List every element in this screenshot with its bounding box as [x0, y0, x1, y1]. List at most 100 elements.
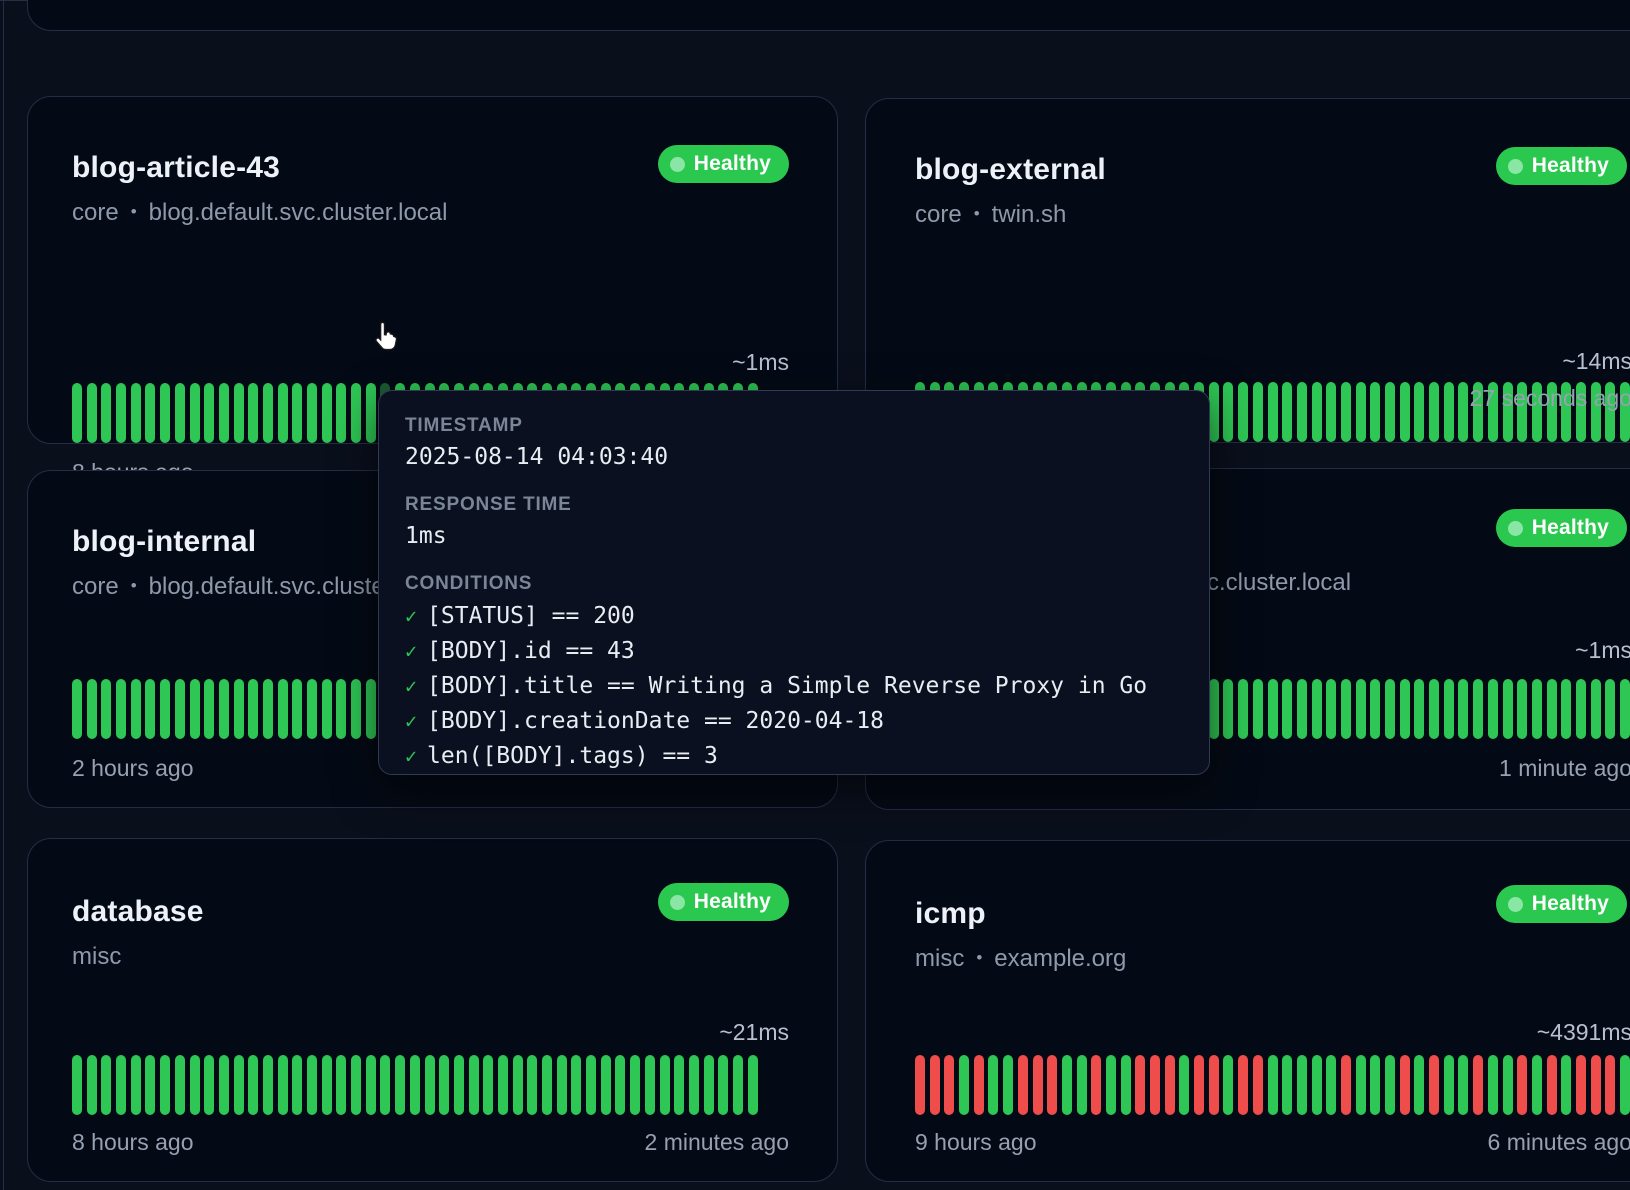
status-bar[interactable] [307, 383, 317, 443]
status-bar[interactable] [1591, 1055, 1601, 1115]
status-bar[interactable] [101, 1055, 111, 1115]
status-bar[interactable] [87, 1055, 97, 1115]
status-bar[interactable] [1033, 1055, 1043, 1115]
status-bar[interactable] [395, 1055, 405, 1115]
status-bar[interactable] [410, 1055, 420, 1115]
status-bar[interactable] [1209, 1055, 1219, 1115]
status-bar[interactable] [1282, 382, 1292, 442]
status-bar[interactable] [1503, 679, 1513, 739]
status-bar[interactable] [944, 1055, 954, 1115]
status-bar[interactable] [1282, 1055, 1292, 1115]
status-bar[interactable] [248, 1055, 258, 1115]
status-bar[interactable] [660, 1055, 670, 1115]
status-bar[interactable] [733, 1055, 743, 1115]
status-bar[interactable] [380, 1055, 390, 1115]
status-bar[interactable] [542, 1055, 552, 1115]
status-bar[interactable] [278, 1055, 288, 1115]
status-bar[interactable] [718, 1055, 728, 1115]
status-bar[interactable] [1341, 1055, 1351, 1115]
status-bar[interactable] [1532, 1055, 1542, 1115]
status-bar[interactable] [1297, 679, 1307, 739]
status-bar[interactable] [1429, 1055, 1439, 1115]
status-bar[interactable] [116, 679, 126, 739]
status-bar[interactable] [1547, 679, 1557, 739]
status-bar[interactable] [336, 1055, 346, 1115]
status-bar[interactable] [1062, 1055, 1072, 1115]
status-bar[interactable] [1223, 382, 1233, 442]
status-bar[interactable] [601, 1055, 611, 1115]
status-bar[interactable] [439, 1055, 449, 1115]
status-bar[interactable] [498, 1055, 508, 1115]
status-bar[interactable] [1312, 679, 1322, 739]
status-bar[interactable] [1106, 1055, 1116, 1115]
status-bar[interactable] [131, 1055, 141, 1115]
status-bar[interactable] [1326, 1055, 1336, 1115]
partial-card-top[interactable] [27, 0, 1630, 31]
status-bar[interactable] [145, 383, 155, 443]
status-bar[interactable] [1488, 679, 1498, 739]
status-bar[interactable] [1503, 1055, 1513, 1115]
status-bar[interactable] [1077, 1055, 1087, 1115]
status-bar[interactable] [131, 383, 141, 443]
status-bar[interactable] [1444, 679, 1454, 739]
status-bar[interactable] [87, 383, 97, 443]
status-bar[interactable] [116, 383, 126, 443]
status-bar[interactable] [557, 1055, 567, 1115]
status-bar[interactable] [1385, 679, 1395, 739]
status-bar[interactable] [72, 1055, 82, 1115]
status-bar[interactable] [1356, 382, 1366, 442]
status-bar[interactable] [1532, 679, 1542, 739]
status-bar[interactable] [278, 383, 288, 443]
status-bar[interactable] [1561, 1055, 1571, 1115]
status-bar[interactable] [915, 1055, 925, 1115]
status-bar[interactable] [630, 1055, 640, 1115]
status-bar[interactable] [1400, 1055, 1410, 1115]
status-bar[interactable] [930, 1055, 940, 1115]
status-bar[interactable] [1312, 1055, 1322, 1115]
status-bar[interactable] [1326, 679, 1336, 739]
status-bar[interactable] [689, 1055, 699, 1115]
status-bar[interactable] [351, 679, 361, 739]
status-bar[interactable] [1414, 382, 1424, 442]
status-bar[interactable] [307, 1055, 317, 1115]
status-bar[interactable] [351, 383, 361, 443]
status-bar[interactable] [219, 679, 229, 739]
status-bar[interactable] [988, 1055, 998, 1115]
status-bar[interactable] [175, 679, 185, 739]
status-bar[interactable] [101, 679, 111, 739]
status-bar[interactable] [101, 383, 111, 443]
status-bar[interactable] [307, 679, 317, 739]
status-bar[interactable] [1356, 679, 1366, 739]
status-bar[interactable] [1576, 679, 1586, 739]
status-bar[interactable] [1003, 1055, 1013, 1115]
status-bar[interactable] [204, 679, 214, 739]
status-bar[interactable] [1238, 1055, 1248, 1115]
status-bar[interactable] [1591, 679, 1601, 739]
status-bar[interactable] [454, 1055, 464, 1115]
status-bar[interactable] [1605, 1055, 1615, 1115]
status-bar[interactable] [1297, 382, 1307, 442]
status-bar[interactable] [116, 1055, 126, 1115]
status-bar[interactable] [1370, 679, 1380, 739]
status-bar[interactable] [248, 679, 258, 739]
status-bar[interactable] [1253, 1055, 1263, 1115]
service-card-database[interactable]: database misc Healthy ~21ms 8 hours ago … [27, 838, 838, 1182]
status-bar[interactable] [748, 1055, 758, 1115]
status-bar[interactable] [674, 1055, 684, 1115]
status-bar[interactable] [1297, 1055, 1307, 1115]
status-bar[interactable] [1429, 382, 1439, 442]
status-bar[interactable] [366, 383, 376, 443]
status-bar[interactable] [425, 1055, 435, 1115]
status-bar[interactable] [1268, 1055, 1278, 1115]
status-bar[interactable] [483, 1055, 493, 1115]
status-bar[interactable] [131, 679, 141, 739]
status-bar[interactable] [190, 679, 200, 739]
status-bar[interactable] [1414, 679, 1424, 739]
status-bar[interactable] [469, 1055, 479, 1115]
status-bar[interactable] [959, 1055, 969, 1115]
status-bar[interactable] [974, 1055, 984, 1115]
status-bar[interactable] [190, 1055, 200, 1115]
status-bar[interactable] [322, 1055, 332, 1115]
status-bar[interactable] [204, 383, 214, 443]
status-bar[interactable] [234, 383, 244, 443]
